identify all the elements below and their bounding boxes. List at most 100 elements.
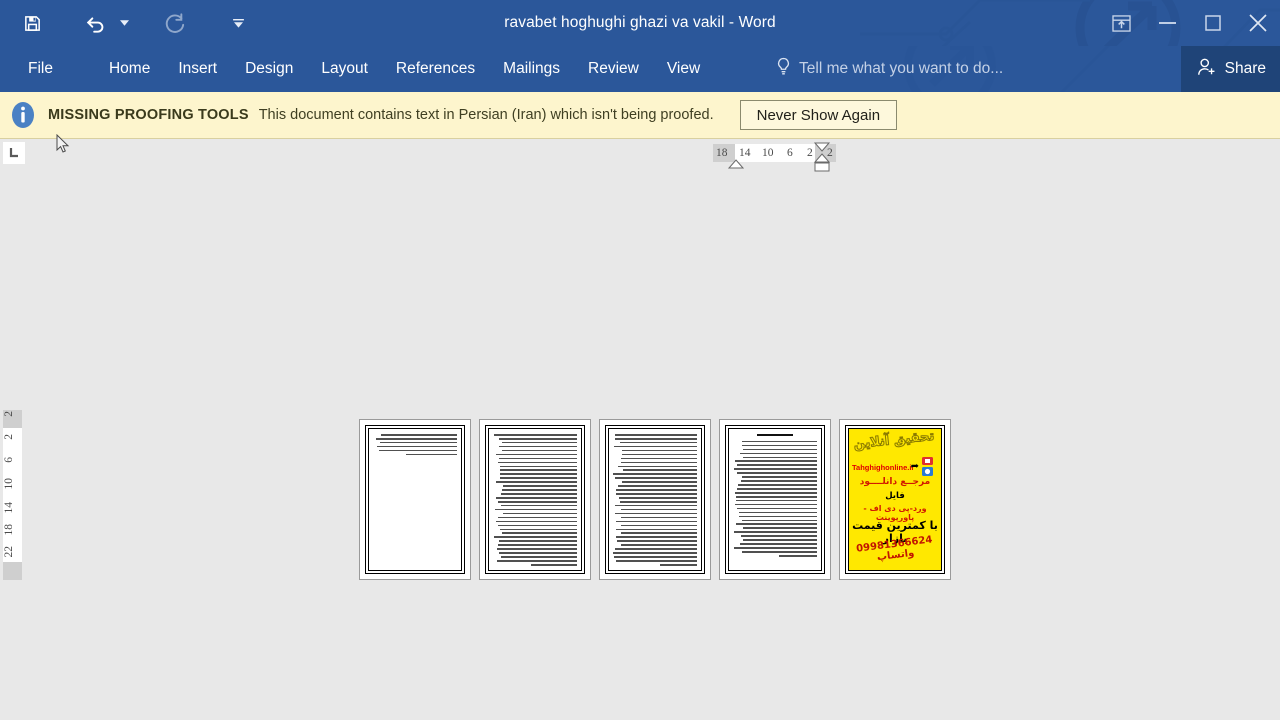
vruler-num-10: 10	[3, 478, 15, 490]
text-line	[621, 449, 697, 452]
tab-insert[interactable]: Insert	[164, 46, 231, 92]
text-line	[659, 563, 697, 566]
ruler-num-2a: 2	[807, 147, 813, 159]
text-line	[499, 540, 577, 542]
tab-home[interactable]: Home	[95, 46, 164, 92]
text-line	[498, 524, 577, 527]
page-1-text-block	[373, 434, 457, 456]
tell-me-search[interactable]: Tell me what you want to do...	[776, 46, 1003, 92]
document-pages-view[interactable]: تحقیق آنلاین Tahghighonline.ir ➦ مرجــع	[359, 419, 951, 580]
notification-title: MISSING PROOFING TOOLS	[48, 107, 249, 123]
ruler-num-14: 14	[739, 147, 751, 159]
text-line	[621, 457, 697, 460]
text-line	[497, 544, 577, 546]
text-line	[615, 536, 697, 538]
window-title: ravabet hoghughi ghazi va vakil - Word	[504, 14, 776, 31]
text-line	[742, 440, 817, 443]
tab-design[interactable]: Design	[231, 46, 307, 92]
window-controls	[1098, 0, 1280, 46]
text-line	[381, 434, 457, 436]
text-line	[497, 500, 577, 503]
ribbon-tabs: File Home Insert Design Layout Reference…	[14, 46, 714, 92]
text-line	[620, 500, 697, 503]
page-border-outer	[365, 425, 465, 574]
right-indent-top-marker-icon[interactable]	[814, 142, 830, 152]
page-thumbnail-3[interactable]	[599, 419, 711, 580]
text-line	[734, 468, 817, 470]
text-line	[613, 552, 697, 554]
page-thumbnail-2[interactable]	[479, 419, 591, 580]
text-line	[621, 524, 697, 527]
text-line	[500, 477, 577, 479]
close-icon[interactable]	[1236, 0, 1280, 46]
tab-review[interactable]: Review	[574, 46, 653, 92]
text-line	[738, 511, 817, 514]
text-line	[741, 476, 817, 478]
text-line	[498, 445, 577, 448]
text-line	[502, 449, 577, 452]
text-line	[742, 456, 817, 459]
text-line	[496, 520, 577, 523]
text-line	[622, 469, 697, 472]
text-line	[496, 497, 577, 499]
text-line	[500, 556, 577, 558]
text-line	[621, 461, 697, 464]
never-show-again-button[interactable]: Never Show Again	[739, 100, 898, 130]
minimize-icon[interactable]	[1144, 0, 1190, 46]
page-border-outer	[485, 425, 585, 574]
ribbon-display-options-icon[interactable]	[1098, 0, 1144, 46]
tab-references[interactable]: References	[382, 46, 489, 92]
vruler-num-2a: 2	[3, 411, 15, 417]
text-line	[501, 441, 577, 444]
tab-view[interactable]: View	[653, 46, 714, 92]
text-line	[621, 516, 697, 519]
tab-layout[interactable]: Layout	[307, 46, 382, 92]
text-line	[502, 489, 577, 491]
text-line	[617, 465, 697, 468]
text-line	[737, 507, 817, 510]
first-line-indent-marker-icon[interactable]	[728, 159, 744, 169]
text-line	[618, 485, 697, 487]
text-line	[741, 519, 817, 522]
text-line	[740, 543, 817, 545]
text-line	[617, 540, 697, 542]
page-border-outer	[605, 425, 705, 574]
text-line	[613, 473, 697, 475]
page-border-outer	[725, 425, 825, 574]
vruler-num-22: 22	[3, 546, 15, 558]
text-line	[496, 453, 577, 456]
text-line	[493, 536, 577, 538]
text-line	[497, 461, 577, 464]
left-indent-box-marker-icon[interactable]	[814, 162, 830, 172]
text-line	[622, 453, 697, 456]
ribbon-tab-bar: File Home Insert Design Layout Reference…	[0, 46, 1280, 92]
title-bar: ravabet hoghughi ghazi va vakil - Word	[0, 0, 1280, 46]
proofing-notification-bar: MISSING PROOFING TOOLS This document con…	[0, 92, 1280, 139]
page-thumbnail-4[interactable]	[719, 419, 831, 580]
text-line	[742, 539, 817, 541]
text-line	[737, 464, 817, 467]
vruler-num-2b: 2	[3, 434, 15, 440]
page-thumbnail-5[interactable]: تحقیق آنلاین Tahghighonline.ir ➦ مرجــع	[839, 419, 951, 580]
ruler-num-6: 6	[787, 147, 793, 159]
text-line	[493, 434, 577, 436]
text-line	[741, 551, 817, 553]
maximize-icon[interactable]	[1190, 0, 1236, 46]
page-border-outer: تحقیق آنلاین Tahghighonline.ir ➦ مرجــع	[845, 425, 945, 574]
page-thumbnail-1[interactable]	[359, 419, 471, 580]
text-line	[500, 473, 577, 475]
left-tab-stop-icon[interactable]	[3, 142, 25, 164]
vertical-ruler[interactable]: 2 2 6 10 14 18 22	[3, 410, 22, 580]
text-line	[735, 491, 817, 494]
text-line	[742, 448, 817, 451]
tab-file[interactable]: File	[14, 46, 67, 92]
text-line	[502, 485, 577, 487]
share-button[interactable]: Share	[1180, 46, 1280, 92]
horizontal-ruler[interactable]: 18 14 10 6 2 2	[0, 139, 1280, 172]
text-line	[733, 547, 817, 549]
text-line	[622, 481, 697, 483]
tab-mailings[interactable]: Mailings	[489, 46, 574, 92]
page-border-inner	[608, 428, 702, 571]
text-line	[614, 512, 697, 515]
page-border-inner	[488, 428, 582, 571]
